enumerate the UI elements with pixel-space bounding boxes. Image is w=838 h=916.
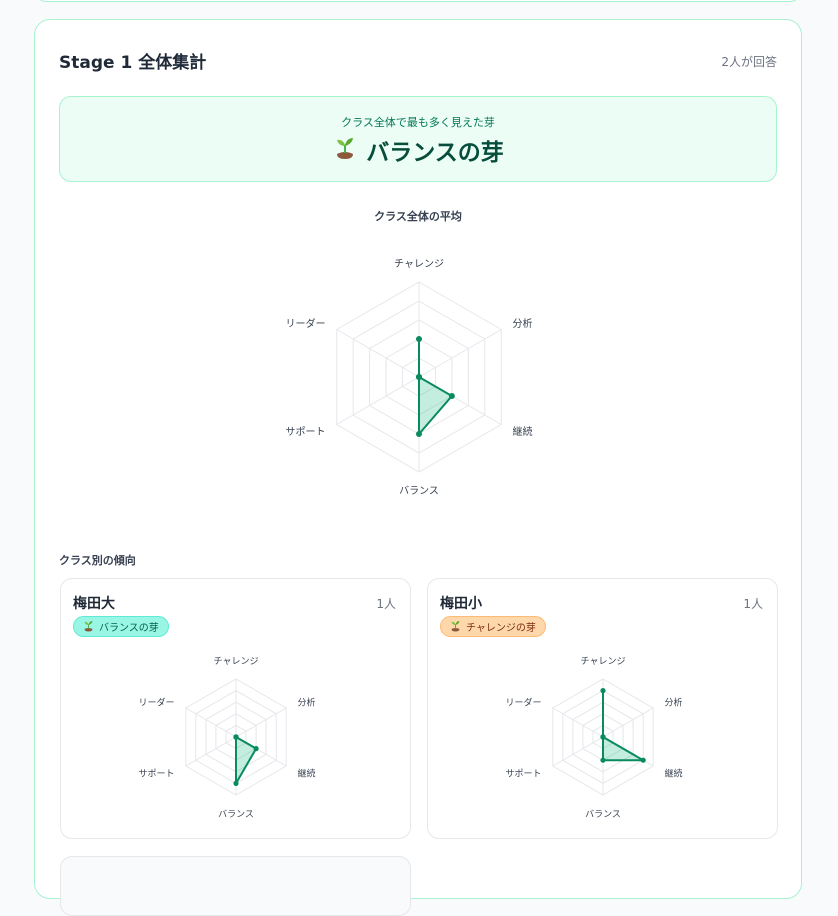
- radar-axis-label: チャレンジ: [394, 258, 444, 270]
- radar-axis-label: 継続: [665, 768, 683, 780]
- top-sprout-caption: クラス全体で最も多く見えた芽: [341, 116, 495, 129]
- radar-axis-line: [235, 707, 287, 738]
- radar-data-point: [416, 431, 422, 437]
- radar-data-point: [233, 780, 239, 786]
- previous-card: [35, 0, 801, 2]
- radar-data-point: [416, 336, 422, 342]
- radar-axis-label: 分析: [665, 697, 683, 709]
- class-card: 梅田大 1人 バランスの芽 チャレンジ分析継続バランス サポート リーダー: [60, 578, 411, 839]
- class-radar-chart: チャレンジ分析継続バランス サポート リーダー: [505, 656, 683, 820]
- radar-data-area: [418, 338, 453, 435]
- average-chart-title: クラス全体の平均: [374, 210, 462, 223]
- class-trends-title: クラス別の傾向: [59, 554, 136, 567]
- top-sprout-label: バランスの芽: [366, 140, 504, 166]
- radar-data-point: [253, 746, 259, 752]
- radar-axis-label: サポート: [138, 769, 174, 780]
- radar-axis-line: [185, 707, 237, 738]
- radar-data-point: [448, 393, 455, 399]
- radar-data-point: [416, 374, 422, 380]
- radar-axis-label: チャレンジ: [214, 656, 259, 667]
- sprout-icon: [82, 619, 95, 635]
- radar-axis-label: バランス: [399, 485, 439, 497]
- radar-axis-label: 継続: [298, 768, 316, 780]
- radar-axis-line: [552, 736, 604, 767]
- radar-data-point: [600, 734, 606, 740]
- radar-axis-line: [552, 707, 604, 738]
- stage-title: Stage 1 全体集計: [59, 53, 207, 73]
- class-count: 1人: [376, 597, 396, 611]
- radar-axis-line: [336, 329, 420, 378]
- class-card: [60, 856, 411, 916]
- radar-data-point: [640, 757, 646, 763]
- radar-axis-line: [602, 707, 654, 738]
- stage-summary-card: Stage 1 全体集計 2人が回答 クラス全体で最も多く見えた芽 バランスの芽…: [34, 19, 802, 916]
- class-name: 梅田大: [73, 596, 115, 612]
- radar-axis-label: バランス: [585, 809, 621, 820]
- class-name: 梅田小: [440, 596, 482, 612]
- class-radar-chart: チャレンジ分析継続バランス サポート リーダー: [138, 656, 316, 820]
- radar-axis-label: リーダー: [138, 697, 174, 709]
- class-card: 梅田小 1人 チャレンジの芽 チャレンジ分析継続バランス サポート リーダー: [427, 578, 778, 839]
- radar-axis-label: チャレンジ: [581, 656, 626, 667]
- average-radar-chart: チャレンジ分析継続バランス サポート リーダー: [286, 258, 533, 497]
- radar-axis-label: バランス: [218, 809, 254, 820]
- radar-axis-label: サポート: [505, 769, 541, 780]
- radar-axis-label: リーダー: [286, 317, 326, 330]
- sprout-badge: チャレンジの芽: [440, 616, 546, 637]
- radar-data-point: [600, 757, 606, 763]
- radar-axis-label: 分析: [513, 317, 533, 330]
- radar-data-point: [600, 688, 606, 694]
- radar-axis-line: [418, 329, 502, 378]
- respondent-count: 2人が回答: [721, 55, 777, 69]
- radar-axis-line: [185, 736, 237, 767]
- top-sprout-heading: バランスの芽: [60, 133, 776, 167]
- sprout-icon: [449, 619, 462, 635]
- sprout-badge-label: チャレンジの芽: [466, 623, 536, 634]
- radar-axis-label: 継続: [513, 425, 533, 438]
- radar-data-area: [235, 736, 258, 785]
- class-count: 1人: [743, 597, 763, 611]
- sprout-icon: [332, 134, 358, 166]
- radar-axis-label: サポート: [286, 426, 326, 438]
- sprout-badge: バランスの芽: [73, 616, 169, 637]
- sprout-badge-label: バランスの芽: [99, 623, 159, 634]
- top-sprout-box: クラス全体で最も多く見えた芽 バランスの芽: [59, 96, 777, 182]
- radar-axis-label: リーダー: [505, 697, 541, 709]
- radar-data-point: [233, 734, 239, 740]
- radar-axis-line: [336, 376, 420, 425]
- radar-axis-label: 分析: [298, 697, 316, 709]
